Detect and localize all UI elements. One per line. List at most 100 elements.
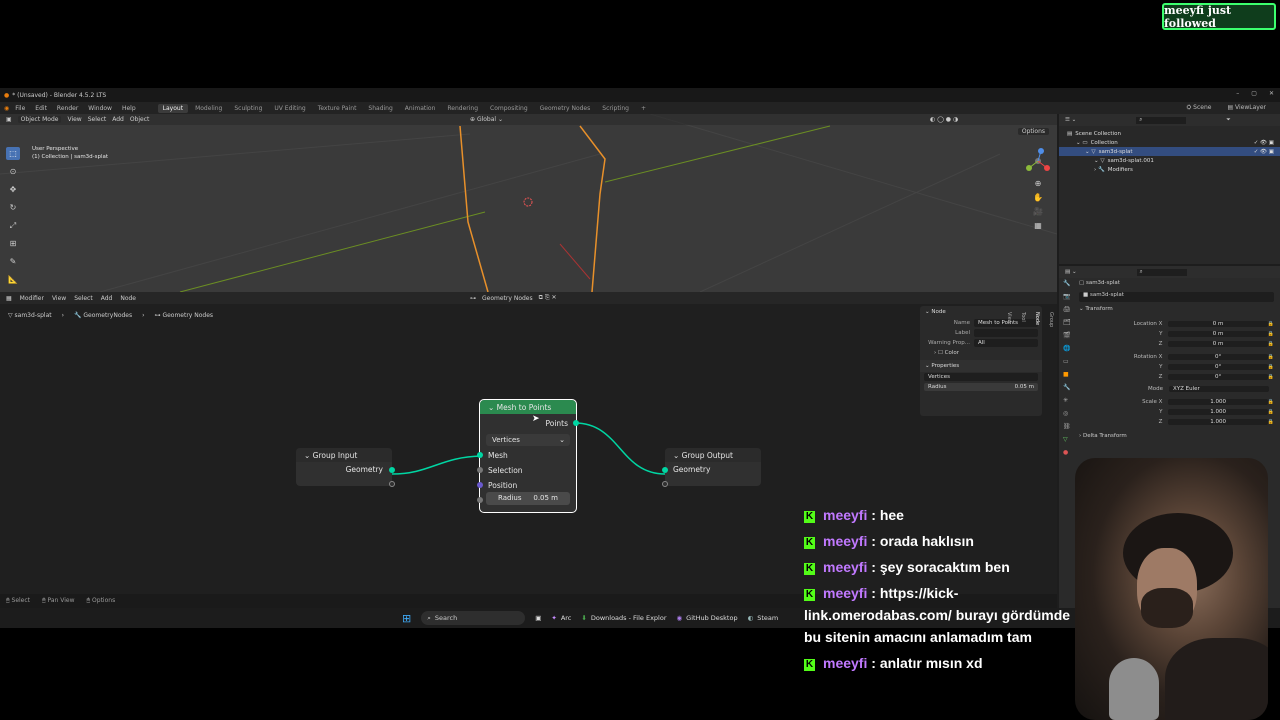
lock-icon[interactable]: 🔒 [1268, 341, 1274, 347]
rotation-field[interactable]: 0° [1168, 354, 1268, 360]
visibility-icon[interactable]: ✓ 👁 ▣ [1254, 149, 1274, 155]
workspace-tab-scripting[interactable]: Scripting [597, 104, 634, 113]
properties-section-header[interactable]: ⌄ Properties [920, 360, 1042, 372]
cursor-icon[interactable]: ⊙ [6, 165, 20, 178]
constraints-tab-icon[interactable]: ⛓ [1063, 423, 1071, 430]
windows-start-icon[interactable]: ⊞ [402, 612, 411, 625]
location-field[interactable]: 0 m [1168, 331, 1268, 337]
taskbar-app-file-explorer[interactable]: ⬇ Downloads - File Explor [581, 614, 666, 622]
shading-buttons[interactable]: ◐ ◯ ● ◑ [930, 116, 958, 123]
3d-viewport[interactable]: ▣ Object Mode View Select Add Object ⊕ G… [0, 114, 1057, 292]
rotation-mode-dropdown[interactable]: XYZ Euler [1169, 386, 1269, 392]
menu-render[interactable]: Render [53, 105, 82, 112]
blender-menu-icon[interactable]: ◉ [4, 105, 9, 112]
lock-icon[interactable]: 🔒 [1268, 364, 1274, 370]
selection-input-socket[interactable] [477, 467, 483, 473]
color-row[interactable]: › ☐ Color [920, 348, 1042, 358]
minimize-icon[interactable]: – [1236, 90, 1239, 97]
measure-icon[interactable]: 📐 [6, 273, 20, 286]
group-output-node[interactable]: ⌄ Group Output Geometry [662, 448, 761, 487]
output-tab-icon[interactable]: 🖨 [1063, 306, 1071, 313]
node-label-field[interactable] [974, 329, 1038, 337]
workspace-tab-geometry-nodes[interactable]: Geometry Nodes [535, 104, 596, 113]
modifier-tab-icon[interactable]: 🔧 [1063, 384, 1071, 391]
viewport-options-button[interactable]: Options [1017, 128, 1049, 135]
collapse-chevron-icon[interactable]: ⌄ [304, 451, 313, 460]
viewport-menu-add[interactable]: Add [112, 116, 124, 123]
visibility-icon[interactable]: ✓ 👁 ▣ [1254, 140, 1274, 146]
task-view-icon[interactable]: ▣ [535, 614, 541, 622]
collapse-chevron-icon[interactable]: ⌄ [488, 403, 497, 412]
group-output-geometry-socket[interactable] [662, 467, 668, 473]
outliner-item[interactable]: ▤ Scene Collection [1059, 129, 1280, 138]
sidebar-tab-tool[interactable]: Tool [1020, 312, 1026, 327]
workspace-tab-sculpting[interactable]: Sculpting [229, 104, 267, 113]
taskbar-app-arc[interactable]: ✦ Arc [551, 614, 571, 622]
object-name-field[interactable]: ■ sam3d-splat [1079, 292, 1274, 302]
lock-icon[interactable]: 🔒 [1268, 331, 1274, 337]
zoom-icon[interactable]: ⊕ [1035, 179, 1042, 188]
menu-file[interactable]: File [11, 105, 29, 112]
transform-icon[interactable]: ⊞ [6, 237, 20, 250]
group-input-empty-socket[interactable] [389, 481, 395, 487]
workspace-tab-shading[interactable]: Shading [363, 104, 397, 113]
radius-field[interactable]: Radius 0.05 m [486, 492, 570, 505]
viewport-menu-select[interactable]: Select [88, 116, 107, 123]
taskbar-app-steam[interactable]: ◐ Steam [748, 614, 779, 622]
sidebar-tab-view[interactable]: View [1006, 312, 1012, 327]
mesh-to-points-node[interactable]: ⌄ Mesh to Points Points Vertices ⌄ Mesh … [477, 399, 579, 513]
radius-input-socket[interactable] [477, 497, 483, 503]
lock-icon[interactable]: 🔒 [1268, 409, 1274, 415]
grid-view-icon[interactable]: ▦ [1034, 221, 1042, 230]
sidebar-tab-node[interactable]: Node [1034, 312, 1040, 327]
scale-field[interactable]: 1.000 [1168, 409, 1268, 415]
view-layer-tab-icon[interactable]: 🗂 [1063, 319, 1071, 326]
scale-icon[interactable]: ⤢ [6, 219, 20, 232]
filter-icon[interactable]: ⏷ [1226, 117, 1230, 124]
workspace-tab-compositing[interactable]: Compositing [485, 104, 533, 113]
transform-orientation[interactable]: ⊕ Global ⌄ [470, 116, 503, 123]
lock-icon[interactable]: 🔒 [1268, 321, 1274, 327]
location-field[interactable]: 0 m [1168, 341, 1268, 347]
maximize-icon[interactable]: ▢ [1251, 90, 1257, 97]
sidebar-tab-group[interactable]: Group [1048, 312, 1054, 327]
workspace-tab-modeling[interactable]: Modeling [190, 104, 227, 113]
workspace-tab-texture-paint[interactable]: Texture Paint [313, 104, 362, 113]
collapse-chevron-icon[interactable]: ⌄ [673, 451, 682, 460]
viewport-menu-object[interactable]: Object [130, 116, 150, 123]
particles-tab-icon[interactable]: ✳ [1063, 397, 1071, 404]
group-output-empty-socket[interactable] [662, 481, 668, 487]
group-output-header[interactable]: ⌄ Group Output [665, 448, 761, 462]
mode-dropdown[interactable]: Vertices ⌄ [486, 434, 570, 446]
outliner-search-icon[interactable]: ⌕ [1136, 116, 1187, 124]
scale-field[interactable]: 1.000 [1168, 419, 1268, 425]
outliner-item[interactable]: ⌄ ▭ Collection ✓ 👁 ▣ [1059, 138, 1280, 147]
move-icon[interactable]: ✥ [6, 183, 20, 196]
outliner-item[interactable]: › 🔧 Modifiers [1059, 165, 1280, 174]
taskbar-app-github[interactable]: ◉ GitHub Desktop [677, 614, 738, 622]
scene-selector[interactable]: ⛭ Scene [1186, 104, 1211, 112]
color-expand-icon[interactable]: › ☐ [924, 350, 945, 356]
object-tab-icon[interactable]: ■ [1063, 371, 1071, 378]
menu-window[interactable]: Window [84, 105, 116, 112]
data-tab-icon[interactable]: ▽ [1063, 436, 1071, 443]
outliner-item[interactable]: ⌄ ▽ sam3d-splat ✓ 👁 ▣ [1059, 147, 1280, 156]
axis-gizmo-icon[interactable] [1025, 148, 1051, 174]
points-output-socket[interactable] [573, 420, 579, 426]
tool-tab-icon[interactable]: 🔧 [1063, 280, 1071, 287]
group-input-geometry-socket[interactable] [389, 467, 395, 473]
pan-hand-icon[interactable]: ✋ [1033, 193, 1043, 202]
outliner-type-icon[interactable]: ☰ ⌄ [1065, 117, 1076, 123]
rotation-field[interactable]: 0° [1168, 374, 1268, 380]
editor-type-icon[interactable]: ▣ [6, 116, 12, 123]
mesh-input-socket[interactable] [477, 452, 483, 458]
physics-tab-icon[interactable]: ◎ [1063, 410, 1071, 417]
properties-search-icon[interactable]: ⌕ [1136, 268, 1187, 276]
group-input-header[interactable]: ⌄ Group Input [296, 448, 392, 462]
close-icon[interactable]: ✕ [1269, 90, 1274, 97]
annotate-icon[interactable]: ✎ [6, 255, 20, 268]
delta-transform-header[interactable]: › Delta Transform [1079, 433, 1274, 443]
mode-selector[interactable]: Object Mode [17, 116, 62, 123]
position-input-socket[interactable] [477, 482, 483, 488]
lock-icon[interactable]: 🔒 [1268, 419, 1274, 425]
